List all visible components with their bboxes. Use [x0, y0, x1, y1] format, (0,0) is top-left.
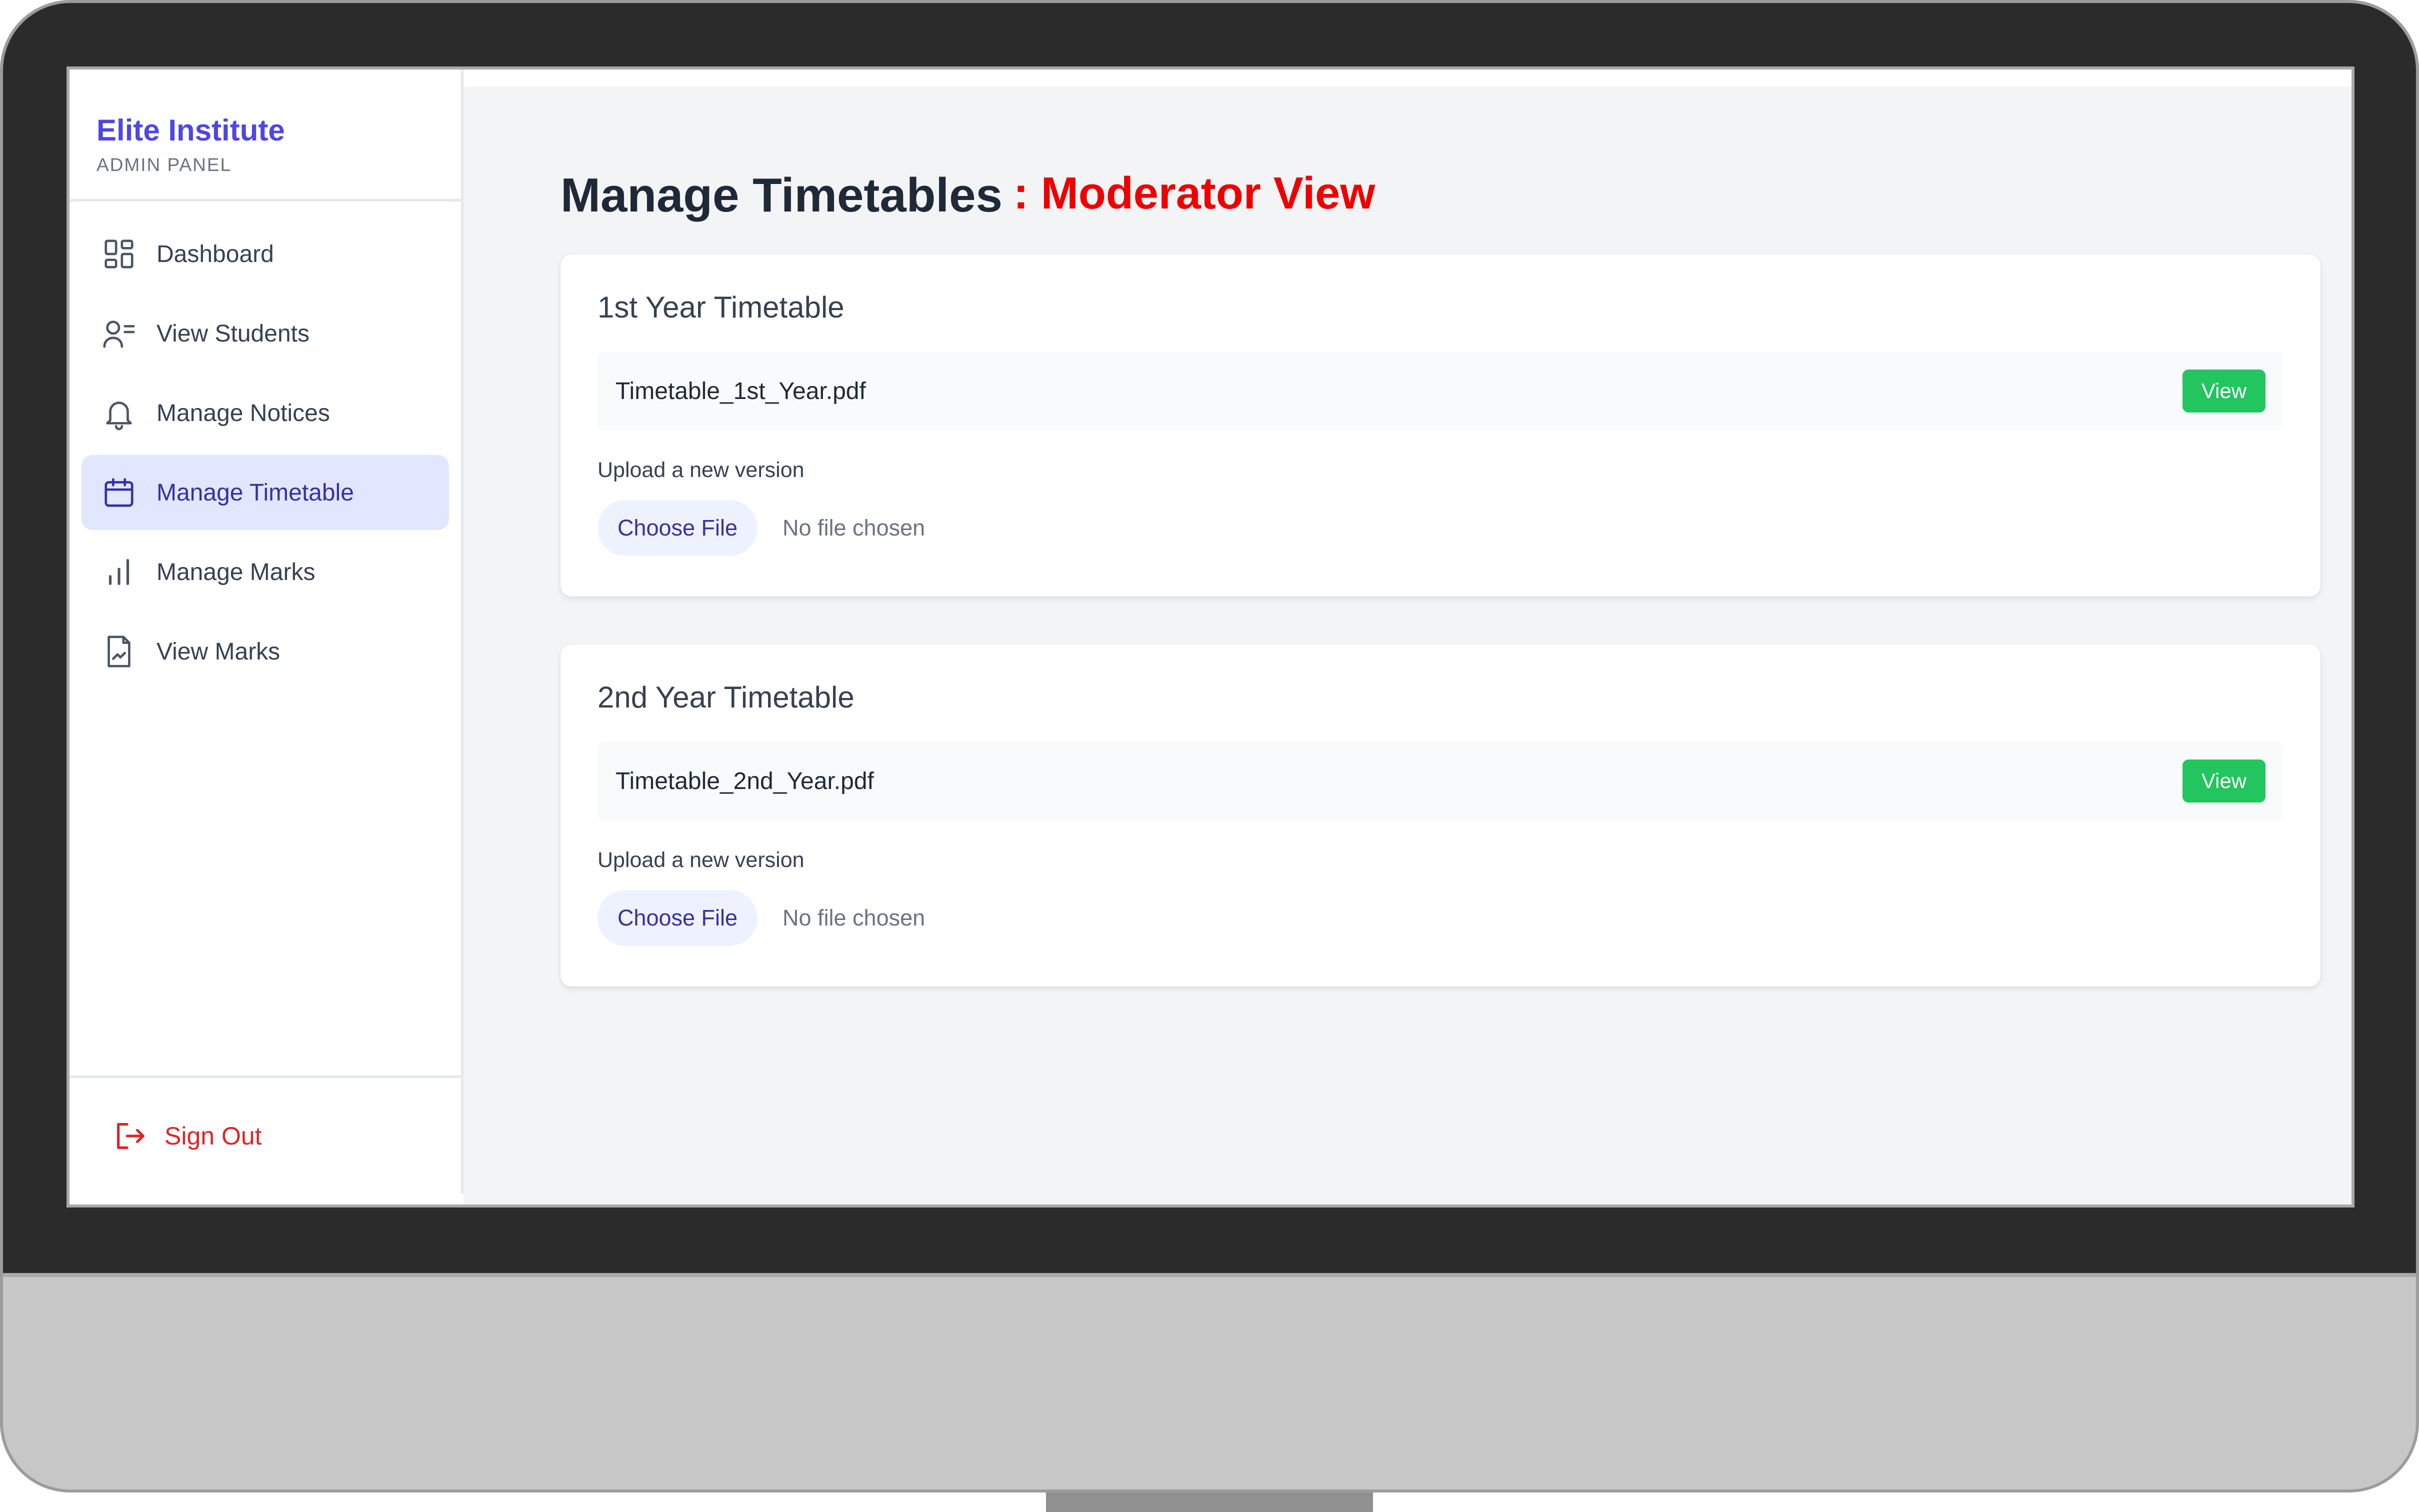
sidebar-footer: Sign Out [70, 1076, 461, 1194]
file-input: Choose File No file chosen [598, 500, 2284, 556]
main-content: Manage Timetables : Moderator View 1st Y… [464, 86, 2352, 1204]
user-list-icon [102, 316, 136, 351]
card-title: 2nd Year Timetable [598, 680, 854, 714]
sidebar-item-label: View Students [156, 320, 310, 347]
app-window: Elite Institute ADMIN PANEL Dashboard Vi… [70, 70, 2352, 1204]
timetable-card-1st-year: 1st Year Timetable Timetable_1st_Year.pd… [560, 254, 2320, 596]
page-title-role: : Moderator View [1013, 168, 1376, 218]
sidebar: Elite Institute ADMIN PANEL Dashboard Vi… [70, 70, 464, 1194]
brand-subtitle: ADMIN PANEL [96, 154, 232, 175]
calendar-icon [102, 475, 136, 510]
file-row: Timetable_1st_Year.pdf View [598, 352, 2284, 430]
file-status-text: No file chosen [782, 515, 926, 540]
file-input: Choose File No file chosen [598, 890, 2284, 946]
card-title: 1st Year Timetable [598, 290, 844, 324]
timetable-card-2nd-year: 2nd Year Timetable Timetable_2nd_Year.pd… [560, 644, 2320, 986]
upload-label: Upload a new version [598, 848, 804, 872]
view-button[interactable]: View [2182, 370, 2266, 412]
sidebar-item-view-students[interactable]: View Students [82, 296, 449, 371]
sidebar-item-manage-notices[interactable]: Manage Notices [82, 376, 449, 450]
sidebar-item-label: Manage Notices [156, 400, 330, 426]
sidebar-item-label: Manage Timetable [156, 479, 354, 506]
sidebar-item-label: View Marks [156, 638, 280, 665]
sidebar-item-manage-timetable[interactable]: Manage Timetable [82, 455, 449, 530]
sidebar-item-manage-marks[interactable]: Manage Marks [82, 534, 449, 610]
sidebar-item-dashboard[interactable]: Dashboard [82, 216, 449, 292]
page-title-text: Manage Timetables [560, 168, 1002, 222]
brand-title[interactable]: Elite Institute [96, 116, 461, 146]
sidebar-nav: Dashboard View Students Manage Notices M… [70, 202, 461, 689]
file-status-text: No file chosen [782, 905, 926, 930]
monitor-chin-divider [3, 1273, 2416, 1277]
document-image-icon [102, 634, 136, 669]
bell-icon [102, 396, 136, 430]
brand-header: Elite Institute ADMIN PANEL [70, 70, 461, 202]
bar-chart-icon [102, 554, 136, 590]
sidebar-item-label: Dashboard [156, 240, 274, 268]
file-name: Timetable_1st_Year.pdf [616, 378, 866, 404]
sign-out-button[interactable]: Sign Out [112, 1118, 262, 1154]
choose-file-button[interactable]: Choose File [598, 890, 758, 946]
file-name: Timetable_2nd_Year.pdf [616, 768, 874, 794]
view-button[interactable]: View [2182, 760, 2266, 802]
file-row: Timetable_2nd_Year.pdf View [598, 742, 2284, 820]
monitor-stand [1046, 1492, 1373, 1512]
choose-file-button[interactable]: Choose File [598, 500, 758, 556]
upload-label: Upload a new version [598, 458, 804, 482]
monitor-screen: Elite Institute ADMIN PANEL Dashboard Vi… [66, 66, 2354, 1208]
sign-out-label: Sign Out [164, 1122, 262, 1150]
sign-out-icon [112, 1118, 148, 1154]
sidebar-item-label: Manage Marks [156, 558, 316, 586]
sidebar-item-view-marks[interactable]: View Marks [82, 614, 449, 689]
dashboard-grid-icon [102, 236, 136, 272]
page-title: Manage Timetables : Moderator View [560, 168, 2320, 222]
